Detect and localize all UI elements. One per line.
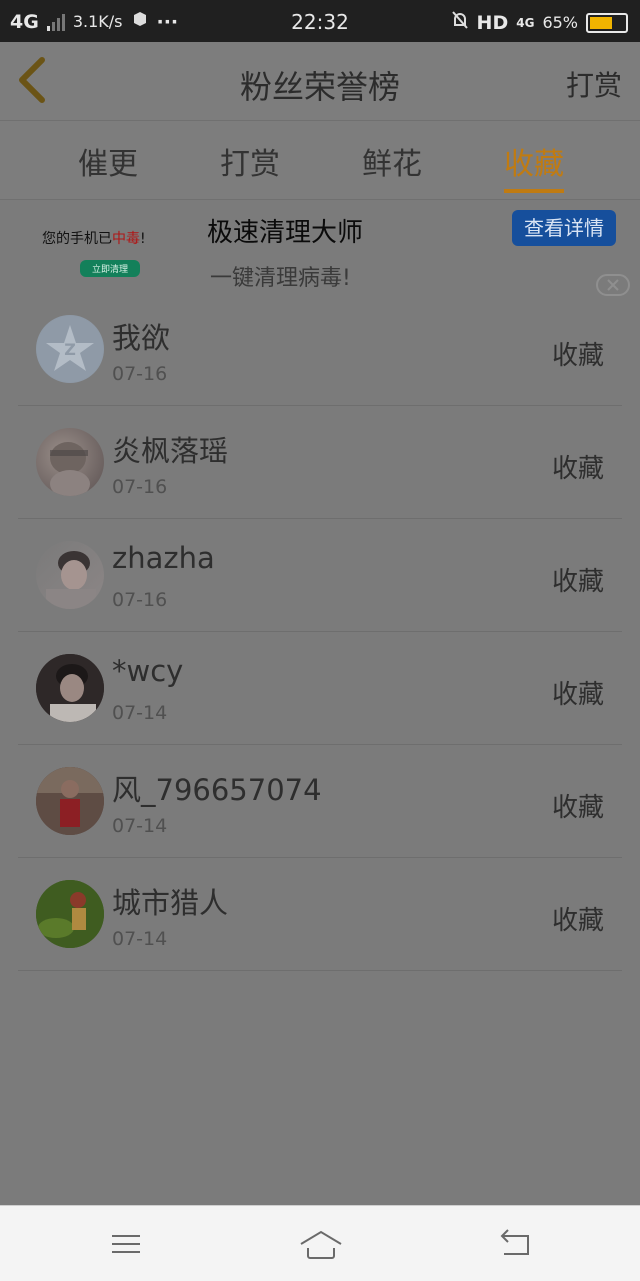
list-item[interactable]: Z 我欲 07-16 收藏 — [0, 293, 640, 406]
user-avatar-image — [36, 654, 104, 722]
user-name: zhazha — [112, 541, 215, 575]
qq-default-avatar-icon: Z — [37, 316, 103, 382]
ad-detail-button[interactable]: 查看详情 — [512, 210, 616, 246]
avatar[interactable] — [36, 767, 104, 835]
ad-thumb-button: 立即清理 — [80, 260, 141, 277]
status-bar: 4G 3.1K/s ··· 22:32 HD 4G 65% — [0, 0, 640, 42]
back-icon — [500, 1229, 529, 1255]
date: 07-16 — [112, 363, 168, 385]
date: 07-16 — [112, 476, 168, 498]
list-item[interactable]: 城市猎人 07-14 收藏 — [0, 858, 640, 971]
list-item[interactable]: 炎枫落瑶 07-16 收藏 — [0, 406, 640, 519]
ad-thumbnail: 您的手机已中毒! 立即清理 — [42, 228, 178, 286]
date: 07-14 — [112, 815, 168, 837]
ad-thumb-suffix: ! — [140, 231, 146, 247]
date: 07-14 — [112, 702, 168, 724]
action-label: 收藏 — [551, 680, 604, 710]
divider — [18, 970, 622, 971]
avatar[interactable]: Z — [36, 315, 104, 383]
back-nav-button[interactable] — [496, 1224, 536, 1264]
list-item[interactable]: *wcy 07-14 收藏 — [0, 632, 640, 745]
menu-button[interactable] — [106, 1224, 146, 1264]
action-label: 收藏 — [551, 341, 604, 371]
action-label: 收藏 — [551, 906, 604, 936]
user-avatar-image — [36, 880, 104, 948]
action-label: 收藏 — [551, 567, 604, 597]
reward-button[interactable]: 打赏 — [566, 64, 622, 104]
user-avatar-image — [36, 767, 104, 835]
ad-banner[interactable]: 您的手机已中毒! 立即清理 极速清理大师 一键清理病毒! 查看详情 — [0, 200, 640, 300]
close-icon — [607, 279, 619, 291]
tab-urge[interactable]: 催更 — [78, 139, 138, 183]
tab-reward[interactable]: 打赏 — [220, 139, 280, 183]
battery-percent: 65% — [542, 13, 578, 32]
ad-title: 极速清理大师 — [207, 218, 364, 248]
user-name: 炎枫落瑶 — [112, 434, 229, 468]
user-name: 我欲 — [112, 321, 171, 355]
avatar[interactable] — [36, 654, 104, 722]
home-icon — [300, 1230, 342, 1259]
svg-text:Z: Z — [64, 340, 76, 359]
ad-thumb-text: 您的手机已 — [42, 231, 112, 247]
avatar[interactable] — [36, 541, 104, 609]
user-name: 风_796657074 — [112, 773, 322, 807]
silent-bell-icon — [451, 10, 469, 35]
favorite-list: Z 我欲 07-16 收藏 炎枫落瑶 07-16 收藏 zhazha 07-16… — [0, 293, 640, 971]
user-avatar-image — [46, 551, 96, 609]
tab-bar: 催更 打赏 鲜花 收藏 — [0, 121, 640, 200]
user-name: 城市猎人 — [112, 886, 229, 920]
avatar[interactable] — [36, 428, 104, 496]
active-tab-indicator — [504, 189, 564, 193]
hd-indicator: HD — [476, 11, 509, 34]
tab-favorite[interactable]: 收藏 — [504, 139, 564, 183]
home-button[interactable] — [298, 1224, 344, 1264]
menu-icon — [112, 1235, 140, 1253]
action-label: 收藏 — [551, 454, 604, 484]
list-item[interactable]: 风_796657074 07-14 收藏 — [0, 745, 640, 858]
battery-icon — [586, 12, 628, 33]
avatar[interactable] — [36, 880, 104, 948]
ad-subtitle: 一键清理病毒! — [210, 266, 351, 291]
header: 粉丝荣誉榜 打赏 — [0, 42, 640, 121]
page-title: 粉丝荣誉榜 — [239, 68, 400, 106]
tab-flower[interactable]: 鲜花 — [362, 139, 422, 183]
ad-thumb-red-text: 中毒 — [112, 231, 140, 247]
system-nav-bar — [0, 1205, 640, 1281]
date: 07-14 — [112, 928, 168, 950]
network-4g-indicator: 4G — [516, 15, 535, 30]
action-label: 收藏 — [551, 793, 604, 823]
list-item[interactable]: zhazha 07-16 收藏 — [0, 519, 640, 632]
date: 07-16 — [112, 589, 168, 611]
user-name: *wcy — [112, 654, 184, 688]
user-avatar-image — [50, 442, 90, 496]
